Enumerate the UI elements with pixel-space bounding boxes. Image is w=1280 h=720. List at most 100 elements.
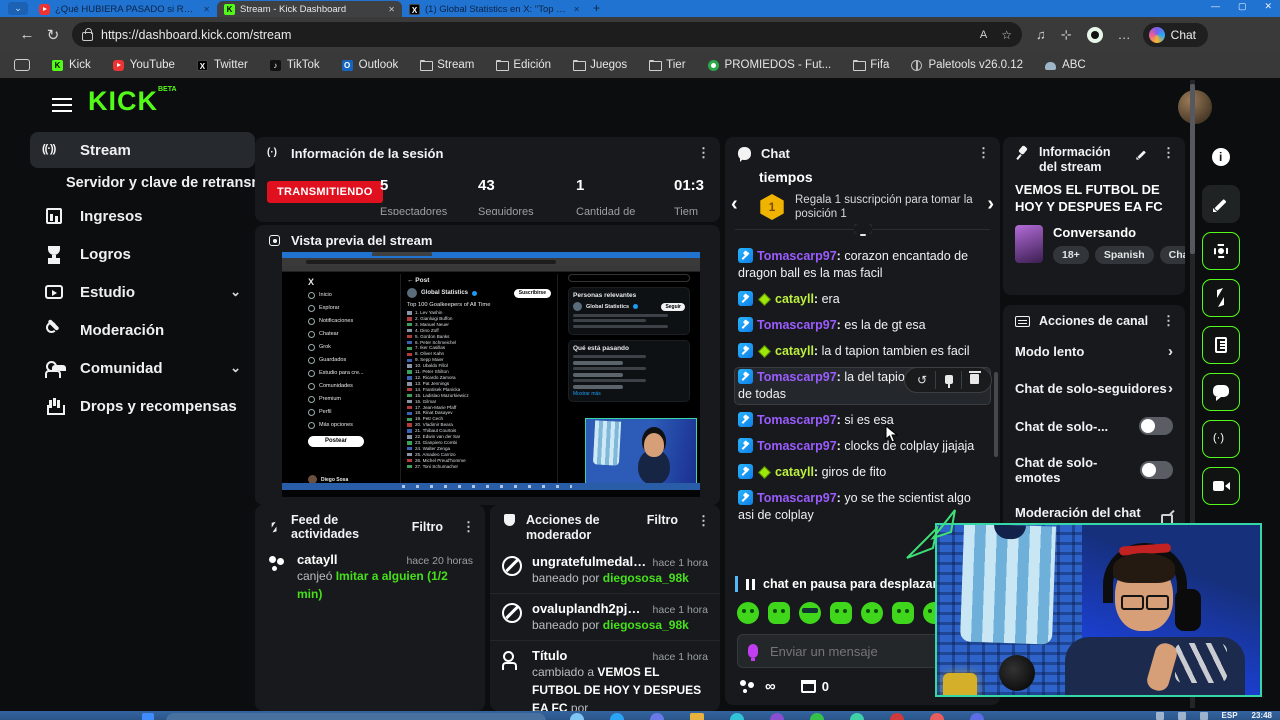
- chat-message[interactable]: Tomascarp97 es la de gt esa: [735, 316, 990, 335]
- start-button[interactable]: [142, 713, 154, 720]
- bookmark-item[interactable]: Twitter: [196, 59, 248, 71]
- category-thumbnail[interactable]: [1015, 225, 1043, 263]
- profile-avatar[interactable]: [1178, 90, 1212, 124]
- filter-button[interactable]: Filtro: [647, 513, 678, 527]
- more-menu-icon[interactable]: …: [1118, 27, 1131, 42]
- moderator-action-entry[interactable]: Título hace 1 hora cambiado a VEMOS EL F…: [490, 640, 720, 711]
- bookmark-item[interactable]: Fifa: [853, 59, 889, 71]
- sidebar-item[interactable]: Estudio ⌄: [30, 274, 255, 310]
- chat-toggle-button[interactable]: [1202, 373, 1240, 411]
- category-name[interactable]: Conversando: [1053, 225, 1185, 240]
- filter-button[interactable]: Filtro: [412, 520, 443, 534]
- browser-tab[interactable]: Stream - Kick Dashboard ✕: [217, 1, 402, 17]
- kick-logo[interactable]: KICKBETA: [88, 86, 177, 117]
- toggle-switch[interactable]: [1139, 461, 1173, 479]
- pin-icon[interactable]: [935, 371, 961, 389]
- kebab-menu-icon[interactable]: ⋮: [1162, 313, 1175, 329]
- url-text[interactable]: https://dashboard.kick.com/stream: [101, 28, 972, 42]
- notes-button[interactable]: [1202, 326, 1240, 364]
- sidebar-item[interactable]: Comunidad ⌄: [30, 350, 255, 386]
- tray-icon[interactable]: [1177, 711, 1186, 720]
- tray-icon[interactable]: [1155, 711, 1164, 720]
- activity-feed-button[interactable]: [1202, 279, 1240, 317]
- channel-action-row[interactable]: Chat de solo-... ›: [1003, 407, 1185, 445]
- reply-icon[interactable]: ↺: [909, 371, 935, 389]
- carousel-right-icon[interactable]: ›: [987, 193, 994, 216]
- reload-button[interactable]: ↻: [40, 26, 66, 44]
- emote-icon[interactable]: [768, 602, 790, 624]
- address-bar[interactable]: https://dashboard.kick.com/stream A ☆: [72, 22, 1022, 47]
- video-button[interactable]: [1202, 467, 1240, 505]
- infinity-icon[interactable]: ∞: [765, 678, 776, 695]
- sidebar-item[interactable]: Moderación: [30, 312, 255, 348]
- sidebar-item[interactable]: Drops y recompensas: [30, 388, 255, 424]
- media-controls-icon[interactable]: ♫: [1036, 27, 1046, 42]
- tab-search-icon[interactable]: ⌄: [8, 2, 28, 15]
- browser-tab[interactable]: (1) Global Statistics en X: "Top 100 ✕: [402, 1, 587, 17]
- emote-icon[interactable]: [830, 602, 852, 624]
- tab-close-icon[interactable]: ✕: [573, 5, 580, 14]
- windows-taskbar[interactable]: ESP 23:48: [0, 711, 1280, 720]
- chat-message[interactable]: Tomascarp97 si es esa: [735, 411, 990, 430]
- emote-icon[interactable]: [861, 602, 883, 624]
- kebab-menu-icon[interactable]: ⋮: [697, 145, 710, 161]
- collections-icon[interactable]: ⊹: [1061, 27, 1072, 43]
- chat-scrollbar[interactable]: [994, 372, 998, 457]
- close-button[interactable]: ✕: [1264, 1, 1272, 12]
- chevron-right-icon[interactable]: ›: [1168, 380, 1173, 397]
- chevron-right-icon[interactable]: ›: [1168, 343, 1173, 360]
- edit-pencil-icon[interactable]: [1136, 148, 1149, 161]
- chat-message[interactable]: catayll la d tapion tambien es facil: [735, 342, 990, 361]
- back-button[interactable]: ←: [14, 26, 40, 43]
- sidebar-item[interactable]: Logros: [30, 236, 255, 272]
- kebab-menu-icon[interactable]: ⋮: [462, 519, 475, 535]
- bookmark-item[interactable]: Tier: [649, 59, 686, 71]
- bookmark-item[interactable]: Juegos: [573, 59, 627, 71]
- maximize-button[interactable]: ▢: [1238, 1, 1247, 12]
- kebab-menu-icon[interactable]: ⋮: [977, 145, 990, 161]
- tab-close-icon[interactable]: ✕: [203, 5, 210, 14]
- taskbar-search[interactable]: [166, 713, 546, 720]
- chat-message[interactable]: catayll giros de fito: [735, 463, 990, 482]
- delete-icon[interactable]: [961, 371, 987, 389]
- kebab-menu-icon[interactable]: ⋮: [697, 513, 710, 529]
- sidebar-item[interactable]: Ingresos: [30, 198, 255, 234]
- store-button[interactable]: 0: [800, 679, 829, 694]
- emote-icon[interactable]: [737, 602, 759, 624]
- broadcast-button[interactable]: [1202, 420, 1240, 458]
- apps-icon[interactable]: [14, 59, 30, 71]
- emote-icon[interactable]: [892, 602, 914, 624]
- carousel-left-icon[interactable]: ‹: [731, 193, 738, 216]
- new-tab-button[interactable]: +: [593, 1, 600, 15]
- bookmark-item[interactable]: Outlook: [341, 59, 398, 71]
- bookmark-item[interactable]: Stream: [420, 59, 474, 71]
- preview-toggle-button[interactable]: [1202, 232, 1240, 270]
- info-button[interactable]: [1202, 138, 1240, 176]
- identity-icon[interactable]: [739, 679, 757, 695]
- toggle-switch[interactable]: [1139, 417, 1173, 435]
- extension-soccer-icon[interactable]: [1086, 26, 1103, 43]
- bookmark-item[interactable]: YouTube: [112, 59, 175, 71]
- copilot-chat-button[interactable]: Chat: [1142, 22, 1209, 47]
- microphone-icon[interactable]: [748, 644, 758, 661]
- tab-close-icon[interactable]: ✕: [388, 5, 395, 14]
- moderator-action-entry[interactable]: ovaluplandh2pjhfgvzf hace 1 hora baneado…: [490, 593, 720, 640]
- bookmark-item[interactable]: TikTok: [269, 59, 320, 71]
- kebab-menu-icon[interactable]: ⋮: [1162, 145, 1175, 161]
- chat-message[interactable]: Tomascarp97 clocks de colplay jjajaja: [735, 437, 990, 456]
- system-tray[interactable]: ESP 23:48: [1155, 711, 1272, 720]
- minimize-button[interactable]: —: [1211, 1, 1220, 12]
- chat-message[interactable]: Tomascarp97 corazon encantado de dragon …: [735, 247, 990, 283]
- channel-action-row[interactable]: Modo lento ›: [1003, 333, 1185, 370]
- read-aloud-icon[interactable]: A: [980, 29, 987, 41]
- browser-tab[interactable]: ¿Qué HUBIERA PASADO si Ronald ✕: [32, 1, 217, 17]
- activity-feed-entry[interactable]: catayll hace 20 horas canjeó Imitar a al…: [255, 545, 485, 609]
- channel-action-row[interactable]: Chat de solo-emotes ›: [1003, 445, 1185, 495]
- language-indicator[interactable]: ESP: [1222, 711, 1238, 720]
- sidebar-item[interactable]: Servidor y clave de retransm: [30, 170, 255, 196]
- bookmark-item[interactable]: PROMIEDOS - Fut...: [707, 59, 831, 71]
- sidebar-item[interactable]: Stream: [30, 132, 255, 168]
- bookmark-item[interactable]: Edición: [496, 59, 551, 71]
- chat-divider[interactable]: [735, 224, 990, 243]
- favorite-star-icon[interactable]: ☆: [1001, 28, 1012, 42]
